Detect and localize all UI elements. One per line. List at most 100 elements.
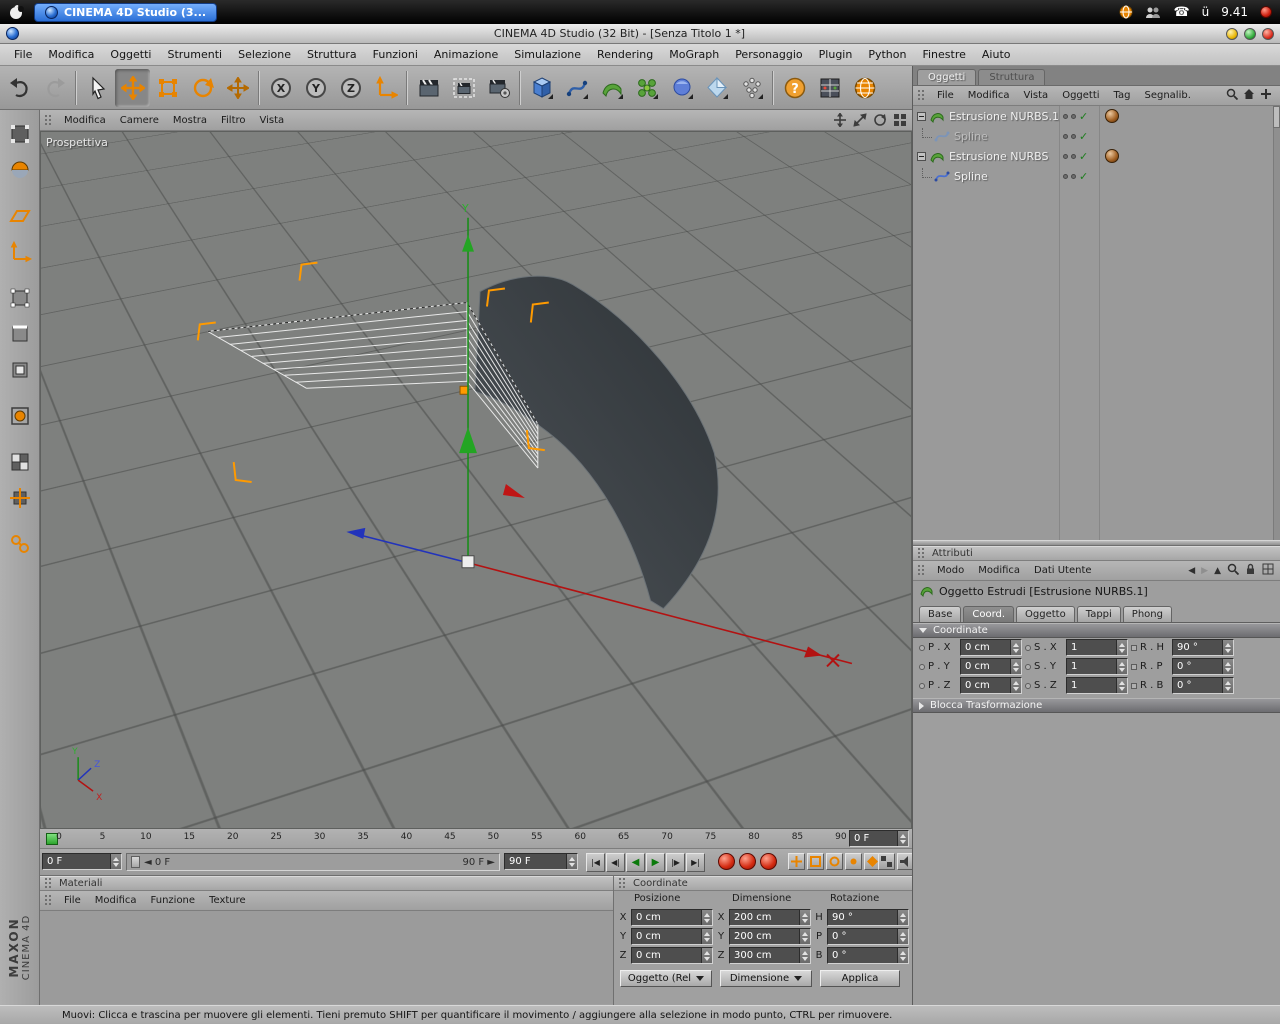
polygons-mode-button[interactable] [4,354,36,386]
stepper-icon[interactable] [1222,640,1233,655]
stepper-icon[interactable] [1116,659,1127,674]
play-forward-button[interactable]: ▶ [646,853,665,872]
material-tag-icon[interactable] [1105,109,1119,123]
key-rotation-toggle[interactable] [826,853,843,870]
menu-rendering[interactable]: Rendering [589,46,661,63]
am-menu-modifica[interactable]: Modifica [971,565,1027,576]
keyframe-dot-icon[interactable] [1025,682,1031,689]
menu-bar-clock[interactable]: 9.41 [1221,5,1248,19]
coordinate-system-button[interactable] [368,69,403,107]
stepper-icon[interactable] [701,910,712,925]
vp-menu-vista[interactable]: Vista [253,115,292,126]
render-visibility-dot[interactable] [1071,113,1076,119]
timeline-ruler[interactable]: 0 5 10 15 20 25 30 35 40 45 50 55 60 65 70 75 80 85 90 0 F [40,829,912,849]
menu-mograph[interactable]: MoGraph [661,46,727,63]
panel-grip-icon[interactable] [44,877,53,890]
om-menu-segnalibri[interactable]: Segnalib. [1137,90,1197,101]
stepper-icon[interactable] [897,910,908,925]
texture-axis-mode-button[interactable] [4,482,36,514]
key-scale-toggle[interactable] [807,853,824,870]
menu-plugin[interactable]: Plugin [811,46,861,63]
sy-field[interactable]: 1 [1066,658,1128,675]
pz-field[interactable]: 0 cm [960,677,1022,694]
tab-tappi[interactable]: Tappi [1076,606,1121,622]
stepper-icon[interactable] [701,948,712,963]
editor-visibility-dot[interactable] [1063,113,1068,119]
om-add-icon[interactable] [1260,88,1272,103]
keyframe-dot-icon[interactable] [919,644,925,651]
points-mode-button[interactable] [4,282,36,314]
rotate-view-icon[interactable] [872,112,888,128]
xpresso-button[interactable] [812,69,847,107]
mat-menu-funzione[interactable]: Funzione [144,895,203,906]
am-search-icon[interactable] [1227,563,1240,578]
rot-b-field[interactable]: 0 ° [827,947,909,964]
menu-python[interactable]: Python [860,46,914,63]
add-particles-button[interactable] [734,69,769,107]
attributes-header[interactable]: Attributi [913,546,1280,561]
om-search-icon[interactable] [1226,88,1239,103]
pos-z-field[interactable]: 0 cm [631,947,713,964]
nav-up-icon[interactable]: ▲ [1214,566,1221,576]
menu-selezione[interactable]: Selezione [230,46,299,63]
rh-field[interactable]: 90 ° [1172,639,1234,656]
tab-struttura[interactable]: Struttura [978,69,1046,85]
nav-forward-icon[interactable]: ▶ [1201,566,1208,576]
object-tree[interactable]: Estrusione NURBS.1 ✓ Spline ✓ Estrusione… [913,106,1280,540]
add-environment-button[interactable] [699,69,734,107]
panel-grip-icon[interactable] [917,564,926,577]
menu-simulazione[interactable]: Simulazione [506,46,589,63]
tab-oggetti[interactable]: Oggetti [917,69,977,85]
autokeying-button[interactable] [739,853,756,870]
menu-strumenti[interactable]: Strumenti [159,46,230,63]
stepper-icon[interactable] [799,948,810,963]
toggle-view-layout-icon[interactable] [892,112,908,128]
stepper-icon[interactable] [1222,678,1233,693]
rp-field[interactable]: 0 ° [1172,658,1234,675]
select-tool-button[interactable] [80,69,115,107]
previous-frame-button[interactable]: ◀| [606,853,625,872]
pan-view-icon[interactable] [832,112,848,128]
add-nurbs-button[interactable] [594,69,629,107]
stepper-icon[interactable] [1222,659,1233,674]
keyframe-dot-icon[interactable] [919,663,925,670]
panel-grip-icon[interactable] [618,877,627,890]
range-start-grip[interactable] [131,856,140,868]
coordinates-header[interactable]: Coordinate [614,876,912,891]
pos-x-field[interactable]: 0 cm [631,909,713,926]
minimize-button[interactable] [1226,27,1238,40]
go-to-start-button[interactable]: |◀ [586,853,605,872]
lock-transform-section-header[interactable]: Blocca Trasformazione [913,698,1280,713]
coordinate-mode-dropdown[interactable]: Oggetto (Rel [620,970,712,987]
keyframe-square-icon[interactable] [1131,663,1137,670]
sx-field[interactable]: 1 [1066,639,1128,656]
stepper-icon[interactable] [1116,640,1127,655]
render-settings-button[interactable] [481,69,516,107]
om-menu-tag[interactable]: Tag [1107,90,1138,101]
stepper-icon[interactable] [897,929,908,944]
input-language-indicator[interactable]: ü [1202,5,1210,19]
dimension-mode-dropdown[interactable]: Dimensione [720,970,812,987]
slider-right-arrow-icon[interactable]: ► [487,857,495,868]
slider-left-arrow-icon[interactable]: ◄ [144,857,152,868]
vp-menu-camere[interactable]: Camere [113,115,166,126]
enabled-check-icon[interactable]: ✓ [1079,130,1088,143]
keyframe-square-icon[interactable] [1131,682,1137,689]
mat-menu-file[interactable]: File [57,895,88,906]
nav-back-icon[interactable]: ◀ [1188,566,1195,576]
window-title-bar[interactable]: CINEMA 4D Studio (32 Bit) - [Senza Titol… [0,24,1280,44]
panel-grip-icon[interactable] [44,114,53,127]
materials-header[interactable]: Materiali [40,876,613,891]
render-visibility-dot[interactable] [1071,173,1076,179]
menu-aiuto[interactable]: Aiuto [974,46,1019,63]
mat-menu-modifica[interactable]: Modifica [88,895,144,906]
pos-y-field[interactable]: 0 cm [631,928,713,945]
workplane-mode-button[interactable] [4,200,36,232]
tab-phong[interactable]: Phong [1122,606,1172,622]
material-tag-icon[interactable] [1105,149,1119,163]
enabled-check-icon[interactable]: ✓ [1079,150,1088,163]
add-deformer-button[interactable] [664,69,699,107]
record-keyframe-button[interactable] [718,853,735,870]
apple-icon[interactable] [8,4,24,20]
rotate-tool-button[interactable] [185,69,220,107]
